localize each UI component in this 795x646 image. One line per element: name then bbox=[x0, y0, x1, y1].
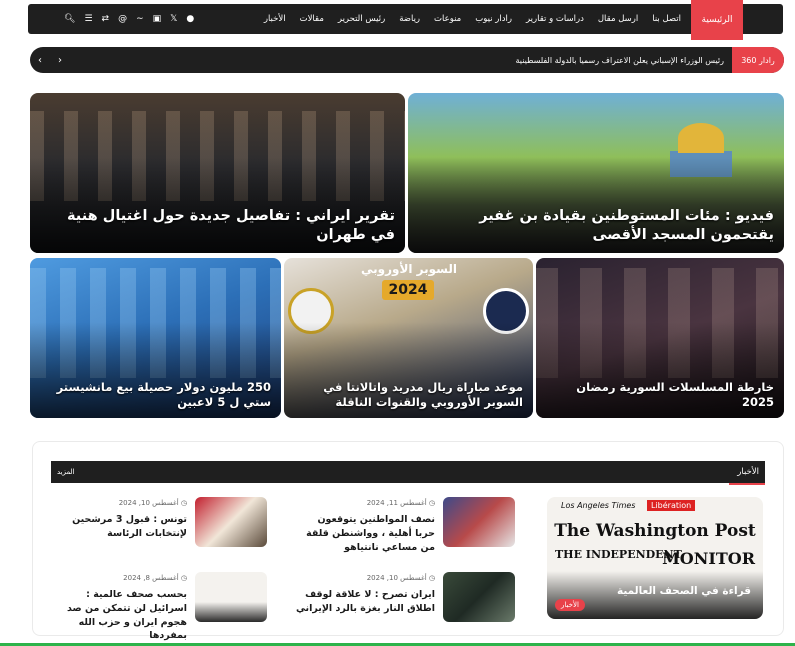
nav-link-send-article[interactable]: ارسل مقال bbox=[598, 14, 638, 24]
rss-icon[interactable]: ∼ bbox=[136, 14, 144, 24]
ticker-arrows: ‹ › bbox=[38, 47, 62, 73]
news-date: ◷ أغسطس 8, 2024 bbox=[123, 574, 187, 582]
news-date: ◷ أغسطس 10, 2024 bbox=[118, 499, 187, 507]
chevron-left-icon[interactable]: ‹ bbox=[38, 55, 42, 66]
x-icon[interactable]: 𝕏 bbox=[170, 14, 177, 24]
card-man-city[interactable]: 250 مليون دولار حصيلة بيع مانشيستر ستي ل… bbox=[30, 258, 281, 418]
news-date: ◷ أغسطس 11, 2024 bbox=[366, 499, 435, 507]
facebook-icon[interactable]: ● bbox=[186, 14, 194, 24]
nav-link-studies[interactable]: دراسات و تقارير bbox=[526, 14, 584, 24]
breaking-news-ticker: رادار 360 رئيس الوزراء الإسباني يعلن الا… bbox=[30, 47, 784, 73]
nav-link-articles[interactable]: مقالات bbox=[300, 14, 324, 24]
hero-caption[interactable]: فيديو : مئات المستوطنين بقيادة بن غفير ي… bbox=[418, 207, 774, 245]
feature-card-press-review[interactable]: Los Angeles Times Libération The Washing… bbox=[547, 497, 763, 619]
nav-link-news[interactable]: الأخبار bbox=[264, 14, 286, 24]
news-header-bar: الأخبار المزيد bbox=[51, 461, 765, 485]
card-super-cup[interactable]: 2024 السوبر الأوروبي موعد مباراة ريال مد… bbox=[284, 258, 533, 418]
hero-card-haniyeh[interactable]: تقرير ايراني : تفاصيل جديدة حول اغتيال ه… bbox=[30, 93, 405, 253]
liberation-logo: Libération bbox=[647, 500, 696, 511]
news-section-title: الأخبار bbox=[737, 467, 759, 477]
washington-post-logo: The Washington Post bbox=[554, 521, 756, 541]
super-cup-title: السوبر الأوروبي bbox=[360, 262, 458, 276]
threads-icon[interactable]: @ bbox=[118, 14, 127, 24]
card-syrian-series[interactable]: خارطة المسلسلات السورية رمضان 2025 bbox=[536, 258, 784, 418]
card-caption[interactable]: خارطة المسلسلات السورية رمضان 2025 bbox=[546, 380, 774, 410]
news-item[interactable]: ◷ أغسطس 11, 2024 نصف المواطنين يتوقعون ح… bbox=[295, 497, 515, 554]
feature-caption[interactable]: قراءة في الصحف العالمية bbox=[617, 585, 751, 597]
card-caption[interactable]: موعد مباراة ريال مدريد واتالانتا في السو… bbox=[294, 380, 523, 410]
news-date: ◷ أغسطس 10, 2024 bbox=[366, 574, 435, 582]
nav-link-sports[interactable]: رياضة bbox=[399, 14, 420, 24]
nav-links: الأخبار مقالات رئيس التحرير رياضة منوعات… bbox=[264, 4, 681, 34]
ticker-label: رادار 360 bbox=[732, 47, 784, 73]
ticker-headline[interactable]: رئيس الوزراء الإسباني يعلن الاعتراف رسمي… bbox=[516, 47, 725, 73]
news-item[interactable]: ◷ أغسطس 10, 2024 ايران تصرح : لا علاقة ل… bbox=[295, 572, 515, 627]
news-title[interactable]: نصف المواطنين يتوقعون حربا أهلية ، وواشن… bbox=[295, 513, 435, 554]
nav-icons: 🔍︎ ☰ ⇄ @ ∼ ▣ 𝕏 ● bbox=[64, 4, 194, 34]
hero-card-aqsa[interactable]: فيديو : مئات المستوطنين بقيادة بن غفير ي… bbox=[408, 93, 784, 253]
news-item[interactable]: ◷ أغسطس 10, 2024 تونس : قبول 3 مرشحين لإ… bbox=[47, 497, 267, 552]
card-caption[interactable]: 250 مليون دولار حصيلة بيع مانشيستر ستي ل… bbox=[40, 380, 271, 410]
nav-link-editor[interactable]: رئيس التحرير bbox=[338, 14, 385, 24]
news-thumbnail[interactable] bbox=[195, 497, 267, 547]
news-title[interactable]: بحسب صحف عالمية : اسرائيل لن تتمكن من صد… bbox=[47, 588, 187, 643]
year-badge: 2024 bbox=[382, 280, 434, 300]
top-navigation: الرئيسية الأخبار مقالات رئيس التحرير ريا… bbox=[28, 0, 783, 40]
nav-link-misc[interactable]: منوعات bbox=[434, 14, 461, 24]
menu-icon[interactable]: ☰ bbox=[84, 14, 92, 24]
dome-of-rock-image bbox=[678, 123, 724, 153]
nav-home-link[interactable]: الرئيسية bbox=[691, 0, 743, 40]
news-section: الأخبار المزيد Los Angeles Times Libérat… bbox=[32, 441, 784, 641]
la-times-logo: Los Angeles Times bbox=[561, 501, 636, 510]
news-thumbnail[interactable] bbox=[443, 497, 515, 547]
monitor-logo: MONITOR bbox=[662, 549, 755, 568]
hero-caption[interactable]: تقرير ايراني : تفاصيل جديدة حول اغتيال ه… bbox=[40, 207, 395, 245]
news-title[interactable]: تونس : قبول 3 مرشحين لإنتخابات الرئاسة bbox=[47, 513, 187, 541]
nav-link-contact[interactable]: اتصل بنا bbox=[652, 14, 681, 24]
chevron-right-icon[interactable]: › bbox=[58, 55, 62, 66]
news-title[interactable]: ايران تصرح : لا علاقة لوقف اطلاق النار ب… bbox=[295, 588, 435, 616]
nav-link-radar[interactable]: رادار نيوب bbox=[475, 14, 512, 24]
news-thumbnail[interactable] bbox=[195, 572, 267, 622]
news-item[interactable]: ◷ أغسطس 8, 2024 بحسب صحف عالمية : اسرائي… bbox=[47, 572, 267, 641]
random-icon[interactable]: ⇄ bbox=[102, 14, 110, 24]
search-icon[interactable]: 🔍︎ bbox=[64, 14, 75, 24]
category-badge[interactable]: الأخبار bbox=[555, 599, 585, 611]
news-more-link[interactable]: المزيد bbox=[57, 461, 75, 483]
news-thumbnail[interactable] bbox=[443, 572, 515, 622]
instagram-icon[interactable]: ▣ bbox=[153, 14, 162, 24]
